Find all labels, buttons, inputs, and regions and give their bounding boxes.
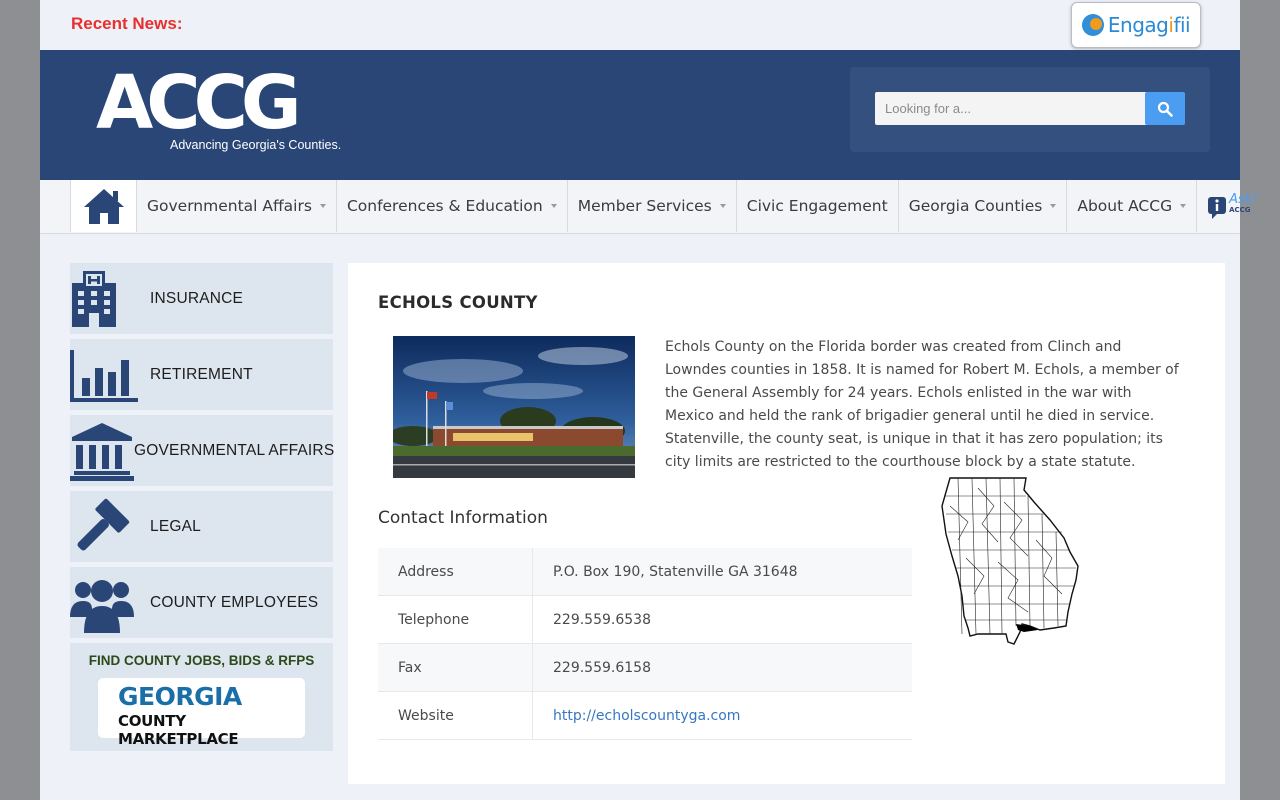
website-label: Website [378, 691, 533, 740]
telephone-value: 229.559.6538 [532, 595, 912, 644]
search-input[interactable] [875, 92, 1153, 125]
contact-table: Address P.O. Box 190, Statenville GA 316… [378, 548, 912, 740]
contact-heading: Contact Information [378, 508, 548, 528]
marketplace-logo-line1: GEORGIA [118, 682, 242, 711]
table-row: Address P.O. Box 190, Statenville GA 316… [378, 548, 912, 596]
chevron-down-icon [719, 204, 726, 208]
fax-label: Fax [378, 643, 533, 692]
accg-logo[interactable]: ACCG Advancing Georgia's Counties. [96, 60, 356, 152]
search-icon [1157, 101, 1173, 117]
government-building-icon [70, 422, 134, 481]
telephone-label: Telephone [378, 595, 533, 644]
nav-ask-accg[interactable]: Ask! ACCG [1196, 180, 1280, 232]
sidebar-item-label: INSURANCE [150, 289, 244, 307]
gavel-icon [77, 498, 130, 551]
people-icon [70, 579, 134, 633]
marketplace-logo-line2: COUNTY MARKETPLACE [118, 712, 239, 748]
nav-governmental-affairs[interactable]: Governmental Affairs [136, 180, 336, 232]
main-nav: Governmental Affairs Conferences & Educa… [40, 180, 1280, 234]
sidebar-item-label: LEGAL [150, 517, 201, 535]
logo-text: ACCG [96, 60, 302, 146]
ask-sub-label: ACCG [1229, 206, 1251, 214]
nav-home[interactable] [70, 180, 136, 232]
sidebar-item-governmental-affairs[interactable]: GOVERNMENTAL AFFAIRS [70, 415, 335, 486]
table-row: Fax 229.559.6158 [378, 643, 912, 692]
page: Recent News: Engagifii ACCG Advancing Ge… [40, 0, 1280, 800]
address-label: Address [378, 548, 533, 596]
table-row: Website http://echolscountyga.com [378, 691, 912, 740]
chevron-down-icon [550, 204, 557, 208]
county-marketplace-promo[interactable]: FIND COUNTY JOBS, BIDS & RFPS GEORGIA CO… [70, 643, 333, 751]
sidebar-item-label: GOVERNMENTAL AFFAIRS [134, 441, 335, 459]
chevron-down-icon [1180, 204, 1187, 208]
county-content: ECHOLS COUNTY Echols County on the Flori… [348, 263, 1225, 784]
county-description: Echols County on the Florida border was … [665, 339, 1179, 470]
sidebar-item-label: COUNTY EMPLOYEES [150, 593, 319, 611]
sidebar-item-legal[interactable]: LEGAL [70, 491, 333, 562]
search-panel [850, 67, 1210, 152]
website-link[interactable]: http://echolscountyga.com [553, 708, 740, 724]
county-courthouse-photo [393, 336, 635, 478]
georgia-county-map [941, 477, 1079, 645]
table-row: Telephone 229.559.6538 [378, 595, 912, 644]
home-icon [83, 189, 124, 224]
recent-news-label[interactable]: Recent News: [71, 14, 182, 34]
sidebar-item-insurance[interactable]: INSURANCE [70, 263, 333, 334]
hospital-icon [72, 270, 116, 327]
engagifii-logo-text: Engagifii [1107, 13, 1191, 37]
chevron-down-icon [319, 204, 326, 208]
chevron-down-icon [1050, 204, 1057, 208]
marketplace-title: FIND COUNTY JOBS, BIDS & RFPS [88, 653, 315, 668]
nav-member-services[interactable]: Member Services [566, 180, 736, 232]
engagifii-button[interactable]: Engagifii [1071, 2, 1201, 48]
sidebar-item-county-employees[interactable]: COUNTY EMPLOYEES [70, 567, 333, 638]
nav-about-accg[interactable]: About ACCG [1066, 180, 1196, 232]
sidebar-item-label: RETIREMENT [150, 365, 253, 383]
sidebar-item-retirement[interactable]: RETIREMENT [70, 339, 333, 410]
fax-value: 229.559.6158 [532, 643, 912, 692]
logo-tagline: Advancing Georgia's Counties. [170, 138, 342, 152]
engagifii-logo-icon [1081, 14, 1104, 36]
top-bar: Recent News: Engagifii [40, 0, 1240, 50]
nav-conferences-education[interactable]: Conferences & Education [335, 180, 567, 232]
address-value: P.O. Box 190, Statenville GA 31648 [532, 548, 912, 596]
nav-georgia-counties[interactable]: Georgia Counties [897, 180, 1067, 232]
georgia-county-marketplace-logo[interactable]: GEORGIA COUNTY MARKETPLACE [98, 678, 305, 748]
site-header: ACCG Advancing Georgia's Counties. [40, 50, 1240, 180]
page-title: ECHOLS COUNTY [378, 293, 538, 312]
search-button[interactable] [1145, 92, 1185, 125]
ask-label: Ask! [1229, 192, 1258, 207]
bar-chart-icon [70, 349, 138, 402]
nav-civic-engagement[interactable]: Civic Engagement [735, 180, 898, 232]
